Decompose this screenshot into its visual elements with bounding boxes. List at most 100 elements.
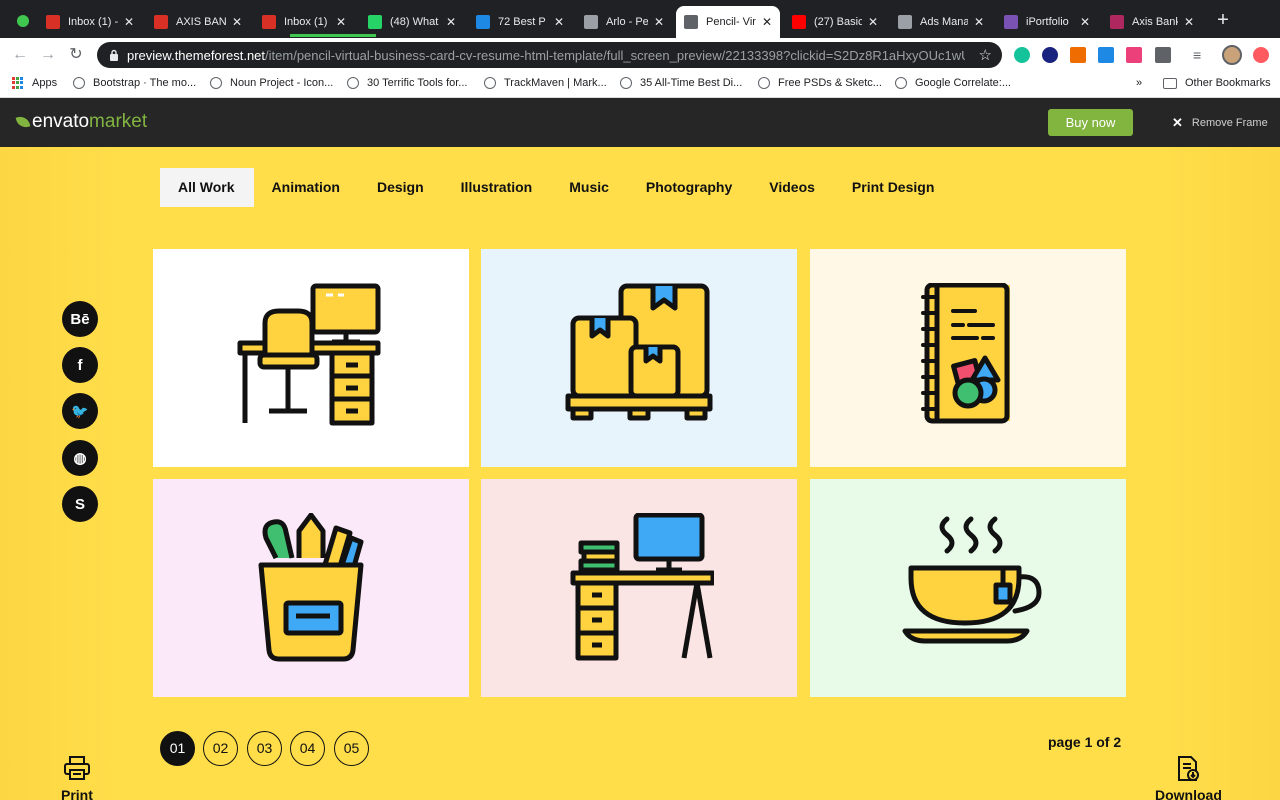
- tab-close-icon[interactable]: ✕: [654, 15, 664, 29]
- extension-icon[interactable]: [1042, 47, 1058, 63]
- portfolio-card-coffee-cup[interactable]: [810, 479, 1126, 697]
- tab-title: 72 Best P: [498, 16, 546, 28]
- skype-icon[interactable]: S: [62, 486, 98, 522]
- dribbble-icon[interactable]: ◍: [62, 440, 98, 476]
- bookmark-item[interactable]: Free PSDs & Sketc...: [758, 77, 882, 89]
- tab-close-icon[interactable]: ✕: [336, 15, 346, 29]
- filter-tab-design[interactable]: Design: [359, 168, 443, 207]
- tab-close-icon[interactable]: ✕: [868, 15, 878, 29]
- bookmarks-overflow-button[interactable]: »: [1136, 77, 1142, 89]
- back-button[interactable]: ←: [10, 45, 30, 65]
- remove-frame-button[interactable]: ✕ Remove Frame: [1172, 115, 1268, 131]
- grammarly-extension-icon[interactable]: [1014, 47, 1030, 63]
- behance-icon[interactable]: Bē: [62, 301, 98, 337]
- bookmark-item[interactable]: TrackMaven | Mark...: [484, 77, 607, 89]
- address-bar[interactable]: preview.themeforest.net/item/pencil-virt…: [97, 42, 1002, 68]
- envato-preview-bar: envato market Buy now ✕ Remove Frame: [0, 98, 1280, 147]
- gmail-icon: [46, 15, 60, 29]
- tab-close-icon[interactable]: ✕: [554, 15, 564, 29]
- filter-tab-print-design[interactable]: Print Design: [834, 168, 953, 207]
- reading-list-icon[interactable]: ≡: [1193, 47, 1209, 63]
- portfolio-card-boxes[interactable]: [481, 249, 797, 467]
- logo-market-text: market: [89, 111, 148, 132]
- browser-tab[interactable]: AXIS BAN ✕: [146, 6, 250, 38]
- office-desk-chair-illustration: [237, 283, 381, 426]
- extension-icon[interactable]: [1098, 47, 1114, 63]
- page-edge-shadow: [0, 147, 120, 800]
- envato-market-logo[interactable]: envato market: [15, 111, 148, 133]
- download-label: Download: [1155, 787, 1222, 800]
- f-icon: [476, 15, 490, 29]
- browser-tab[interactable]: Inbox (1) - ✕: [38, 6, 142, 38]
- filter-tab-all-work[interactable]: All Work: [160, 168, 254, 207]
- browser-tab[interactable]: (27) Basic ✕: [784, 6, 886, 38]
- bookmark-item[interactable]: Google Correlate:...: [895, 77, 1011, 89]
- tab-title: Inbox (1) -: [284, 16, 330, 28]
- portfolio-card-desk-computer[interactable]: [481, 479, 797, 697]
- tab-title: Inbox (1) -: [68, 16, 118, 28]
- pagination-page-05[interactable]: 05: [334, 731, 369, 766]
- window-control-dot[interactable]: [17, 15, 29, 27]
- bookmark-star-icon[interactable]: ☆: [979, 46, 992, 64]
- browser-tab[interactable]: Pencil- Vir ✕: [676, 6, 780, 38]
- gmail-icon: [262, 15, 276, 29]
- filter-tab-music[interactable]: Music: [551, 168, 628, 207]
- extension-icon[interactable]: [1155, 47, 1171, 63]
- filter-tab-animation[interactable]: Animation: [254, 168, 359, 207]
- download-button[interactable]: Download: [1155, 755, 1222, 800]
- reload-button[interactable]: ↻: [66, 45, 86, 65]
- tab-close-icon[interactable]: ✕: [124, 15, 134, 29]
- globe-icon: [758, 77, 770, 89]
- bookmark-item[interactable]: 30 Terrific Tools for...: [347, 77, 467, 89]
- portfolio-card-pencil-cup[interactable]: [153, 479, 469, 697]
- pagination-page-01[interactable]: 01: [160, 731, 195, 766]
- tab-close-icon[interactable]: ✕: [446, 15, 456, 29]
- filter-tab-photography[interactable]: Photography: [628, 168, 751, 207]
- twitter-icon[interactable]: 🐦: [62, 393, 98, 429]
- bookmark-label: Bootstrap · The mo...: [93, 77, 197, 89]
- extension-icon[interactable]: [1253, 47, 1269, 63]
- browser-tab[interactable]: iPortfolio ✕: [996, 6, 1098, 38]
- url-host: preview.themeforest.net: [127, 47, 266, 63]
- forward-button[interactable]: →: [38, 45, 58, 65]
- pagination-page-04[interactable]: 04: [290, 731, 325, 766]
- tab-close-icon[interactable]: ✕: [232, 15, 242, 29]
- buy-now-button[interactable]: Buy now: [1048, 109, 1133, 136]
- page-edge-shadow: [1160, 147, 1280, 800]
- browser-tab[interactable]: Axis Bank ✕: [1102, 6, 1202, 38]
- close-icon: ✕: [1172, 115, 1183, 130]
- bookmark-item[interactable]: 35 All-Time Best Di...: [620, 77, 742, 89]
- browser-tab-strip: Inbox (1) - ✕ AXIS BAN ✕ Inbox (1) - ✕ (48) Wh…: [0, 0, 1280, 38]
- chart-extension-icon[interactable]: [1070, 47, 1086, 63]
- bookmark-item[interactable]: Bootstrap · The mo...: [73, 77, 196, 89]
- tab-title: Axis Bank: [1132, 16, 1178, 28]
- profile-avatar[interactable]: [1222, 45, 1242, 65]
- filter-tab-illustration[interactable]: Illustration: [443, 168, 552, 207]
- globe-icon: [347, 77, 359, 89]
- globe-icon: [584, 15, 598, 29]
- url-path: /item/pencil-virtual-business-card-cv-re…: [265, 47, 966, 63]
- new-tab-button[interactable]: +: [1213, 10, 1233, 30]
- browser-tab[interactable]: 72 Best P ✕: [468, 6, 572, 38]
- tab-close-icon[interactable]: ✕: [1184, 15, 1194, 29]
- apps-shortcut[interactable]: Apps: [12, 77, 57, 89]
- portfolio-card-office-desk[interactable]: [153, 249, 469, 467]
- portfolio-card-notebook[interactable]: [810, 249, 1126, 467]
- pagination-page-03[interactable]: 03: [247, 731, 282, 766]
- boxes-pallet-illustration: [565, 283, 713, 421]
- browser-tab[interactable]: Ads Mana ✕: [890, 6, 992, 38]
- tab-close-icon[interactable]: ✕: [762, 15, 772, 29]
- bookmark-item[interactable]: Noun Project - Icon...: [210, 77, 333, 89]
- browser-tab[interactable]: Arlo - Pers ✕: [576, 6, 672, 38]
- tab-title: AXIS BAN: [176, 16, 226, 28]
- tab-close-icon[interactable]: ✕: [1080, 15, 1090, 29]
- print-button[interactable]: Print: [61, 755, 93, 800]
- tab-close-icon[interactable]: ✕: [974, 15, 984, 29]
- facebook-icon[interactable]: f: [62, 347, 98, 383]
- other-bookmarks-folder[interactable]: Other Bookmarks: [1163, 77, 1271, 89]
- portfolio-page: All Work Animation Design Illustration Music…: [0, 147, 1280, 800]
- filter-tab-videos[interactable]: Videos: [751, 168, 834, 207]
- extension-badge-icon[interactable]: [1126, 47, 1142, 63]
- pagination-page-02[interactable]: 02: [203, 731, 238, 766]
- coffee-cup-illustration: [902, 516, 1042, 644]
